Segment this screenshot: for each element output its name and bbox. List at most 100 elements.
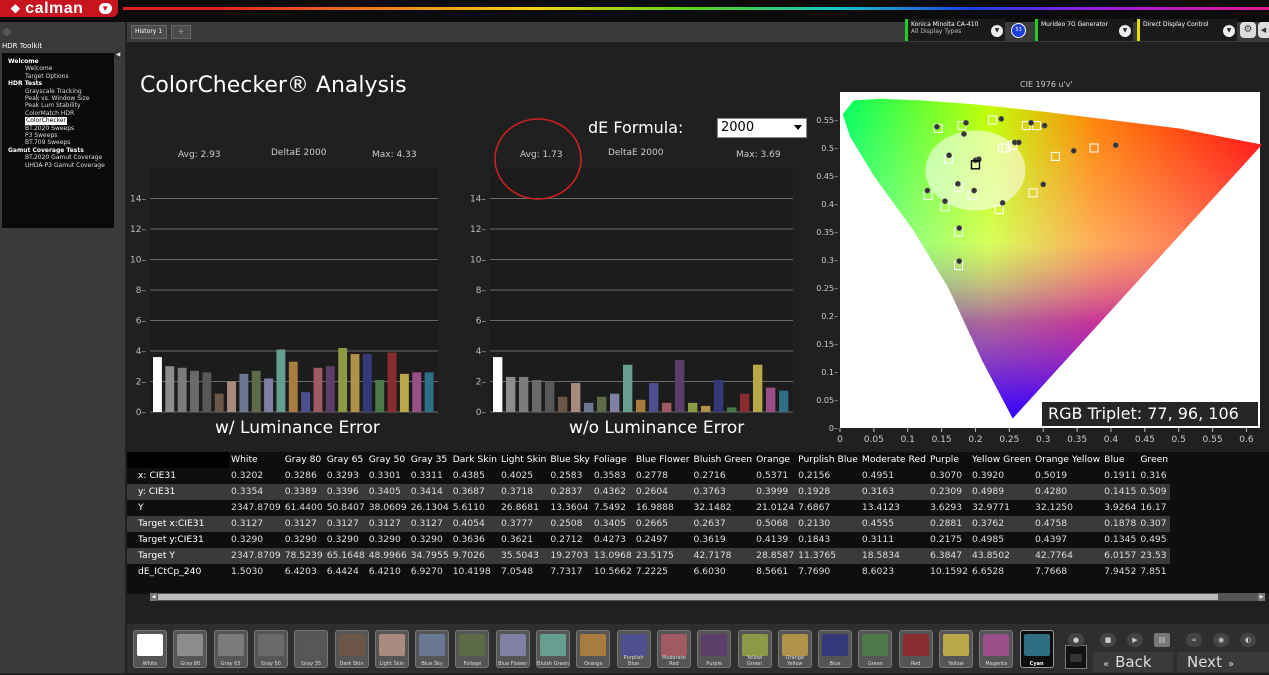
swatch-blue[interactable]: Blue [818,630,853,668]
table-horizontal-scrollbar[interactable]: ◀ ▶ [150,593,1265,601]
table-row[interactable]: Y 2347.8709 61.4400 50.8407 38.0609 26.1304 5.… [127,500,1170,516]
table-row[interactable]: Target Y 2347.8709 78.5239 65.1648 48.9966 34… [127,548,1171,564]
sidebar-item[interactable]: Target Options [8,73,114,80]
column-header[interactable]: White [229,452,283,468]
meter-status-badge[interactable]: 53 [1011,23,1026,38]
table-row[interactable]: dE_ICtCp_240 1.5030 6.4203 6.4424 6.4210 6.92… [127,564,1170,580]
bar[interactable] [325,366,335,412]
swatch-orange-yellow[interactable]: Orange Yellow [777,630,812,668]
column-header[interactable]: Purple [928,452,970,468]
record-icon[interactable]: ◉ [1213,633,1229,647]
swatch-gray-50[interactable]: Gray 50 [253,630,288,668]
bar[interactable] [701,405,711,412]
bar[interactable] [301,392,311,412]
measured-point[interactable] [1015,139,1022,146]
settings-gear-icon[interactable]: ⚙ [1240,22,1256,38]
measured-point[interactable] [933,123,940,130]
swatch-foliage[interactable]: Foliage [455,630,490,668]
bar[interactable] [338,347,348,412]
bar[interactable] [623,364,633,412]
swatch-white[interactable]: White [133,630,167,668]
bar[interactable] [362,354,372,412]
measured-point[interactable] [942,198,948,205]
bar[interactable] [506,376,516,412]
measured-point[interactable] [1112,142,1119,149]
bar[interactable] [202,372,212,412]
sidebar-item[interactable]: Gamut Coverage Tests [8,147,114,154]
measured-point[interactable] [963,119,969,126]
scroll-left-icon[interactable]: ◀ [150,593,157,601]
column-header[interactable]: Orange Yellow [1033,452,1102,468]
measured-point[interactable] [956,258,963,265]
column-header[interactable]: Green [1138,452,1170,468]
measured-point[interactable] [998,115,1005,122]
sidebar-item[interactable]: Welcome [8,65,114,72]
bar[interactable] [779,390,789,412]
swatch-dark-skin[interactable]: Dark Skin [334,630,369,668]
bar[interactable] [610,393,620,412]
swatch-gray-80[interactable]: Gray 80 [173,630,208,668]
bar[interactable] [714,379,724,412]
column-header[interactable]: Gray 50 [367,452,409,468]
collapse-sidebar-button[interactable]: ◀ [113,50,123,60]
column-header[interactable]: Yellow Green [970,452,1033,468]
bar[interactable] [571,383,581,412]
bar[interactable] [584,402,594,412]
table-row[interactable]: Target y:CIE31 0.3290 0.3290 0.3290 0.3290 0.… [127,532,1170,548]
meter-selector[interactable]: Konica Minolta CA-410 All Display Types … [905,19,1005,41]
bar[interactable] [545,381,555,413]
table-row[interactable]: x: CIE31 0.3202 0.3286 0.3293 0.3301 0.3311 0.… [127,468,1170,484]
bar[interactable] [264,378,274,412]
generator-selector[interactable]: Murideo 7G Generator ▼ [1035,19,1133,41]
measured-point[interactable] [1070,147,1077,154]
measured-point[interactable] [924,187,931,194]
swatch-red[interactable]: Red [898,630,933,668]
back-button[interactable]: « Back [1093,652,1173,672]
measured-point[interactable] [956,225,963,231]
bar[interactable] [276,349,286,412]
bar[interactable] [597,396,607,412]
bar[interactable] [350,354,360,412]
play-icon[interactable]: ▶ [1127,633,1143,647]
swatch-green[interactable]: Green [858,630,893,668]
swatch-orange[interactable]: Orange [576,630,611,668]
bar[interactable] [190,370,199,412]
sidebar-item[interactable]: HDR Tests [8,80,114,87]
column-header[interactable]: Gray 35 [409,452,451,468]
tab-history-1[interactable]: History 1 [131,25,167,39]
sidebar-item[interactable]: BT.709 Sweeps [8,139,114,146]
column-header[interactable]: Foliage [592,452,634,468]
bar[interactable] [214,393,224,412]
bar[interactable] [519,376,529,412]
column-header[interactable]: Light Skin [499,452,548,468]
sidebar-item[interactable]: ColorChecker [8,117,114,125]
swatch-purplish-blue[interactable]: Purplish Blue [616,630,651,668]
swatch-bluish-green[interactable]: Bluish Green [536,630,570,668]
bar[interactable] [493,357,503,412]
sidebar-item[interactable]: UHDA-P3 Gamut Coverage [8,162,114,169]
measured-point[interactable] [971,187,978,194]
bar[interactable] [753,364,763,412]
scroll-right-icon[interactable]: ▶ [1258,593,1265,601]
save-icon[interactable]: ▤ [1154,633,1170,647]
bar[interactable] [424,372,434,412]
measured-point[interactable] [946,152,952,159]
measured-point[interactable] [1040,181,1047,188]
add-tab-button[interactable]: + [171,25,191,39]
swatch-moderate-red[interactable]: Moderate Red [656,630,691,668]
swatch-gray-65[interactable]: Gray 65 [213,630,248,668]
bar[interactable] [227,381,236,413]
column-header[interactable]: Dark Skin [451,452,499,468]
bar[interactable] [740,393,750,412]
bar[interactable] [675,360,685,412]
sidebar-item[interactable]: ColorMatch HDR [8,110,114,117]
scrollbar-thumb[interactable] [158,594,1218,600]
bar[interactable] [288,361,298,412]
swatch-blue-flower[interactable]: Blue Flower [495,630,530,668]
column-header[interactable]: Gray 80 [283,452,325,468]
sidebar-item[interactable]: P3 Sweeps [8,132,114,139]
bar[interactable] [412,372,422,412]
loop-icon[interactable]: ∞ [1186,633,1202,647]
swatch-yellow[interactable]: Yellow [939,630,973,668]
sidebar-item[interactable]: BT.2020 Gamut Coverage [8,154,114,161]
